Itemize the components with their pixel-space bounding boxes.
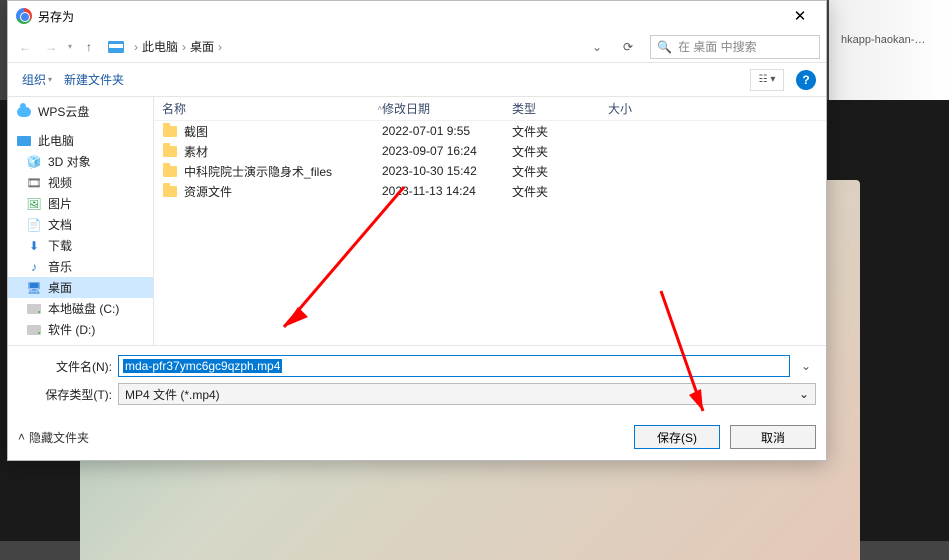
row-name: 中科院院士演示隐身术_files [184,163,332,180]
tree-c-drive[interactable]: 本地磁盘 (C:) [8,298,153,319]
chevron-up-icon: ˄ [18,430,25,444]
filetype-label: 保存类型(T): [18,386,112,403]
table-row[interactable]: 资源文件 2023-11-13 14:24文件夹 [154,181,826,201]
hide-folders-toggle[interactable]: ˄ 隐藏文件夹 [18,429,89,446]
row-type: 文件夹 [512,183,608,200]
history-dropdown[interactable]: ▾ [68,42,72,51]
col-size[interactable]: 大小 [608,100,668,117]
col-name[interactable]: 名称˄ [162,100,382,117]
organize-menu[interactable]: 组织▾ [18,71,56,88]
tree-d-drive[interactable]: 软件 (D:) [8,319,153,340]
new-folder-button[interactable]: 新建文件夹 [60,71,128,88]
up-button[interactable]: ↑ [78,35,100,59]
forward-button[interactable]: → [40,35,62,59]
breadcrumb[interactable]: › 此电脑 › 桌面 › [132,38,578,55]
row-date: 2022-07-01 9:55 [382,124,512,138]
address-bar-row: ← → ▾ ↑ › 此电脑 › 桌面 › ⌄ ⟳ 🔍 在 桌面 中搜索 [8,31,826,63]
table-row[interactable]: 截图 2022-07-01 9:55文件夹 [154,121,826,141]
breadcrumb-dropdown[interactable]: ⌄ [582,40,612,54]
row-type: 文件夹 [512,143,608,160]
search-icon: 🔍 [657,40,672,54]
crumb-desktop[interactable]: 桌面 [190,38,214,55]
row-name: 资源文件 [184,183,232,200]
filetype-value: MP4 文件 (*.mp4) [125,386,220,403]
col-date[interactable]: 修改日期 [382,100,512,117]
filename-value: mda-pfr37ymc6gc9qzph.mp4 [123,359,282,373]
file-rows: 截图2022-07-01 9:55文件夹素材2023-09-07 16:24文件… [154,121,826,345]
tree-videos[interactable]: 🎞视频 [8,172,153,193]
column-headers: 名称˄ 修改日期 类型 大小 [154,97,826,121]
search-input[interactable]: 🔍 在 桌面 中搜索 [650,35,820,59]
row-date: 2023-09-07 16:24 [382,144,512,158]
close-button[interactable]: ✕ [778,2,822,30]
file-list-panel: 名称˄ 修改日期 类型 大小 截图2022-07-01 9:55文件夹素材202… [153,97,826,345]
help-button[interactable]: ? [796,70,816,90]
filename-dropdown[interactable]: ⌄ [796,359,816,373]
dialog-title: 另存为 [38,8,74,25]
view-mode-button[interactable]: ☷ ▾ [750,69,784,91]
table-row[interactable]: 中科院院士演示隐身术_files 2023-10-30 15:42文件夹 [154,161,826,181]
refresh-button[interactable]: ⟳ [616,40,640,54]
tree-this-pc[interactable]: 此电脑 [8,130,153,151]
table-row[interactable]: 素材 2023-09-07 16:24文件夹 [154,141,826,161]
dialog-footer: ˄ 隐藏文件夹 保存(S) 取消 [8,414,826,460]
row-date: 2023-11-13 14:24 [382,184,512,198]
filename-input[interactable]: mda-pfr37ymc6gc9qzph.mp4 [118,355,790,377]
this-pc-icon [108,41,124,53]
row-name: 素材 [184,143,208,160]
row-type: 文件夹 [512,123,608,140]
save-as-dialog: 另存为 ✕ ← → ▾ ↑ › 此电脑 › 桌面 › ⌄ ⟳ 🔍 在 桌面 中搜… [7,0,827,461]
chrome-icon [16,8,32,24]
dialog-body: WPS云盘 此电脑 🧊3D 对象 🎞视频 🖼图片 📄文档 ⬇下载 ♪音乐 🖥桌面… [8,97,826,345]
filename-section: 文件名(N): mda-pfr37ymc6gc9qzph.mp4 ⌄ 保存类型(… [8,345,826,414]
crumb-pc[interactable]: 此电脑 [142,38,178,55]
back-button[interactable]: ← [14,35,36,59]
tree-wps-cloud[interactable]: WPS云盘 [8,101,153,122]
filetype-select[interactable]: MP4 文件 (*.mp4) ⌄ [118,383,816,405]
browser-tab-fragment: hkapp-haokan-… [837,32,947,52]
filename-label: 文件名(N): [18,358,112,375]
toolbar: 组织▾ 新建文件夹 ☷ ▾ ? [8,63,826,97]
chevron-down-icon: ⌄ [799,387,809,401]
tree-3d-objects[interactable]: 🧊3D 对象 [8,151,153,172]
titlebar: 另存为 ✕ [8,1,826,31]
save-button[interactable]: 保存(S) [634,425,720,449]
tree-downloads[interactable]: ⬇下载 [8,235,153,256]
cancel-button[interactable]: 取消 [730,425,816,449]
col-type[interactable]: 类型 [512,100,608,117]
tree-documents[interactable]: 📄文档 [8,214,153,235]
tree-desktop[interactable]: 🖥桌面 [8,277,153,298]
row-name: 截图 [184,123,208,140]
search-placeholder: 在 桌面 中搜索 [678,38,757,55]
nav-tree: WPS云盘 此电脑 🧊3D 对象 🎞视频 🖼图片 📄文档 ⬇下载 ♪音乐 🖥桌面… [8,97,153,345]
tree-pictures[interactable]: 🖼图片 [8,193,153,214]
tree-music[interactable]: ♪音乐 [8,256,153,277]
row-type: 文件夹 [512,163,608,180]
row-date: 2023-10-30 15:42 [382,164,512,178]
